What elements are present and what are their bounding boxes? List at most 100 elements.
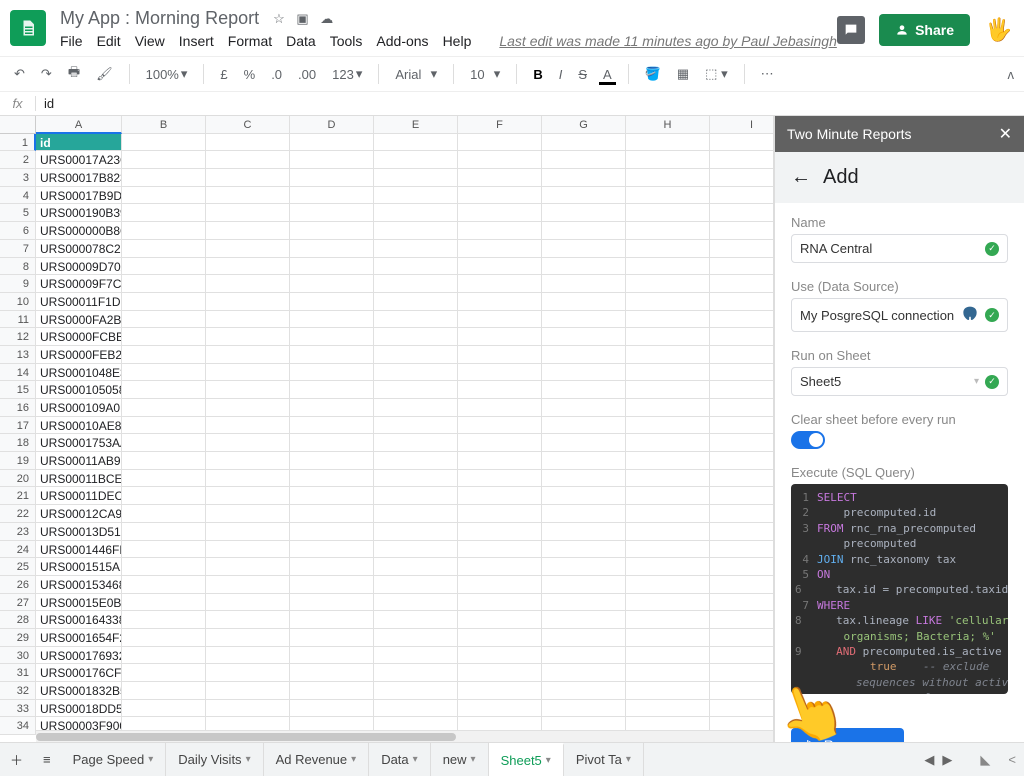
cell[interactable]: [626, 222, 710, 240]
cell[interactable]: [542, 452, 626, 470]
cell[interactable]: [122, 258, 206, 276]
cell[interactable]: [458, 487, 542, 505]
cell[interactable]: [626, 647, 710, 665]
cell[interactable]: [626, 470, 710, 488]
cell[interactable]: [458, 134, 542, 152]
currency-button[interactable]: £: [216, 64, 231, 85]
cell[interactable]: URS00011AB9BD_77133: [36, 452, 122, 470]
cell[interactable]: [542, 293, 626, 311]
chevron-down-icon[interactable]: ▾: [626, 754, 631, 765]
cell[interactable]: [626, 328, 710, 346]
cell[interactable]: [122, 381, 206, 399]
cell[interactable]: [710, 311, 774, 329]
cell[interactable]: [710, 664, 774, 682]
cell[interactable]: [458, 505, 542, 523]
cell[interactable]: [122, 558, 206, 576]
cell[interactable]: URS0001832B51_77133: [36, 682, 122, 700]
row-header[interactable]: 21: [0, 487, 36, 505]
explore-icon[interactable]: ◣: [980, 752, 990, 768]
cell[interactable]: [206, 541, 290, 559]
last-edit-link[interactable]: Last edit was made 11 minutes ago by Pau…: [499, 33, 837, 49]
cell[interactable]: [542, 434, 626, 452]
cell[interactable]: [206, 505, 290, 523]
cell[interactable]: [374, 664, 458, 682]
cell[interactable]: [374, 293, 458, 311]
cell[interactable]: [374, 594, 458, 612]
cell[interactable]: [290, 187, 374, 205]
cell[interactable]: [710, 187, 774, 205]
cell[interactable]: URS00017B9D12_77133: [36, 187, 122, 205]
cell[interactable]: [458, 399, 542, 417]
cell[interactable]: [542, 664, 626, 682]
cell[interactable]: [626, 169, 710, 187]
cell[interactable]: [626, 700, 710, 718]
row-header[interactable]: 8: [0, 258, 36, 276]
cell[interactable]: [206, 417, 290, 435]
cell[interactable]: [290, 487, 374, 505]
cell[interactable]: [122, 611, 206, 629]
row-header[interactable]: 24: [0, 541, 36, 559]
account-avatar[interactable]: 🖐️: [984, 15, 1014, 45]
cell[interactable]: URS0001654F27_77133: [36, 629, 122, 647]
cell[interactable]: [122, 328, 206, 346]
cell[interactable]: [626, 487, 710, 505]
cell[interactable]: [374, 399, 458, 417]
cell[interactable]: [626, 346, 710, 364]
cell[interactable]: [290, 505, 374, 523]
chevron-down-icon[interactable]: ▾: [471, 754, 476, 765]
cell[interactable]: [542, 311, 626, 329]
cell[interactable]: [122, 487, 206, 505]
cell[interactable]: [374, 700, 458, 718]
row-header[interactable]: 25: [0, 558, 36, 576]
cell[interactable]: [206, 187, 290, 205]
cell[interactable]: URS0000FCBB56_77133: [36, 328, 122, 346]
column-header[interactable]: E: [374, 116, 458, 134]
cell[interactable]: [710, 487, 774, 505]
cell[interactable]: [206, 364, 290, 382]
cell[interactable]: [710, 647, 774, 665]
column-header[interactable]: B: [122, 116, 206, 134]
spreadsheet-grid[interactable]: ABCDEFGHI1id2URS00017A23C8_771333URS0001…: [0, 116, 773, 735]
row-header[interactable]: 23: [0, 523, 36, 541]
number-format-select[interactable]: 123 ▾: [328, 63, 366, 85]
menu-view[interactable]: View: [135, 33, 165, 49]
horizontal-scrollbar[interactable]: [36, 730, 773, 742]
cell[interactable]: [710, 346, 774, 364]
row-header[interactable]: 13: [0, 346, 36, 364]
cell[interactable]: URS0001515A16_77133: [36, 558, 122, 576]
cell[interactable]: [458, 594, 542, 612]
sheets-logo[interactable]: [10, 10, 46, 46]
cell[interactable]: [206, 381, 290, 399]
cell[interactable]: [374, 311, 458, 329]
cell[interactable]: URS00010AE86B_77133: [36, 417, 122, 435]
close-icon[interactable]: ✕: [999, 124, 1012, 144]
cell[interactable]: URS000000B8C9_77133: [36, 222, 122, 240]
cell[interactable]: [710, 434, 774, 452]
cell[interactable]: [458, 275, 542, 293]
cell[interactable]: [626, 523, 710, 541]
cell[interactable]: [626, 311, 710, 329]
cell[interactable]: [458, 293, 542, 311]
row-header[interactable]: 17: [0, 417, 36, 435]
cell[interactable]: id: [36, 134, 122, 152]
row-header[interactable]: 28: [0, 611, 36, 629]
sheet-tab[interactable]: new▾: [431, 743, 489, 776]
cell[interactable]: [122, 169, 206, 187]
cell[interactable]: [542, 594, 626, 612]
cell[interactable]: [206, 487, 290, 505]
cell[interactable]: [122, 275, 206, 293]
cell[interactable]: [710, 558, 774, 576]
cell[interactable]: [542, 187, 626, 205]
tab-scroll-left-icon[interactable]: ◀: [924, 752, 934, 768]
cell[interactable]: [122, 629, 206, 647]
cell[interactable]: [542, 134, 626, 152]
cell[interactable]: [458, 187, 542, 205]
cell[interactable]: [374, 364, 458, 382]
cell[interactable]: URS000078C257_77133: [36, 240, 122, 258]
cell[interactable]: [542, 700, 626, 718]
cell[interactable]: [374, 505, 458, 523]
font-size-select[interactable]: 10 ▾: [466, 63, 504, 85]
cell[interactable]: [710, 470, 774, 488]
cell[interactable]: [710, 151, 774, 169]
italic-button[interactable]: I: [555, 64, 567, 85]
